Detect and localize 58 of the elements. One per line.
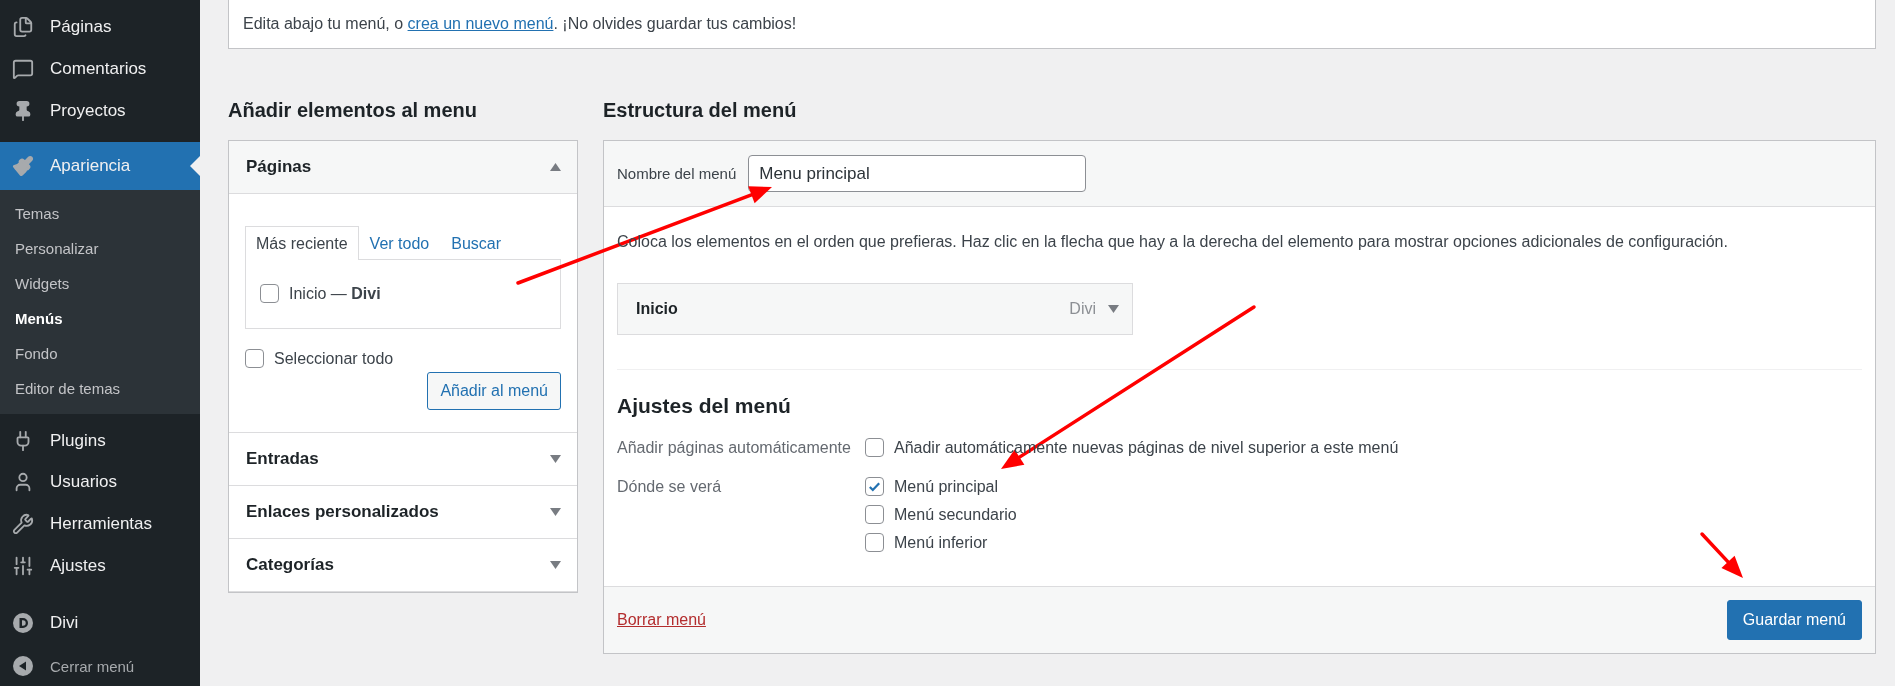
sidebar-item[interactable]: Plugins [0,419,200,462]
sidebar-item[interactable]: Comentarios [0,47,200,90]
settings-heading: Ajustes del menú [617,394,792,418]
submenu-item[interactable]: Personalizar [0,230,200,266]
new-menu-link[interactable]: crea un nuevo menú [407,15,554,32]
section-heading: Estructura del menú [603,99,798,122]
checkbox[interactable] [865,477,884,496]
delete-menu-link[interactable]: Borrar menú [617,611,706,629]
sidebar-item[interactable]: Divi [0,602,200,645]
paintbrush-icon [12,154,34,177]
checkbox-label: Inicio — Divi [289,284,381,303]
accordion-header[interactable]: Páginas [229,141,577,194]
checkbox-label: Menú secundario [894,505,1017,524]
section-heading: Añadir elementos al menu [228,99,478,122]
sidebar-item[interactable]: Usuarios [0,461,200,504]
expand-arrow-icon[interactable] [1108,305,1119,313]
sidebar-item[interactable]: Proyectos [0,89,200,132]
checkbox[interactable] [865,438,884,457]
submenu-item[interactable]: Fondo [0,335,200,371]
collapse-arrow-icon[interactable] [550,163,561,171]
sidebar-item[interactable]: Páginas [0,6,200,48]
expand-arrow-icon[interactable] [550,508,561,516]
checkbox[interactable] [245,349,264,368]
tab[interactable]: Más reciente [245,226,359,260]
checkbox[interactable] [865,533,884,552]
checkbox-label: Seleccionar todo [274,349,394,368]
checkbox-label: Menú principal [894,477,999,496]
notice-text: Edita abajo tu menú, o crea un nuevo menú. ¡No olvides guardar tus cambios! [228,0,1876,49]
checkbox[interactable] [865,505,884,524]
menu-name-field[interactable]: Menu principal [748,155,1087,192]
sidebar-item[interactable]: Apariencia [0,141,200,190]
sidebar-item[interactable]: Herramientas [0,503,200,546]
submenu-item[interactable]: Menús [0,300,200,336]
current-page-notch [190,155,200,176]
sliders-icon [12,555,34,578]
wrench-icon [12,513,34,536]
collapse-icon[interactable] [12,655,34,678]
tab[interactable]: Ver todo [358,226,441,260]
setting-label: Añadir páginas automáticamente [617,438,852,457]
collapse-menu-link[interactable]: Cerrar menú [50,657,135,675]
annotation-arrow [1700,532,1743,578]
tab[interactable]: Buscar [440,226,512,260]
setting-label: Dónde se verá [617,477,723,497]
expand-arrow-icon[interactable] [550,561,561,569]
letter-d-circle-icon [12,612,34,635]
add-to-menu-button[interactable]: Añadir al menú [427,372,561,410]
pages-icon [12,15,34,38]
submenu-item[interactable]: Temas [0,195,200,231]
checkbox[interactable] [260,284,279,303]
save-menu-button[interactable]: Guardar menú [1726,600,1862,640]
submenu-item[interactable]: Editor de temas [0,370,200,406]
field-label: Nombre del menú [617,165,737,182]
submenu-item[interactable]: Widgets [0,265,200,301]
comment-icon [12,57,34,80]
menu-item-bar[interactable]: Inicio Divi [617,283,1133,335]
checkbox-label: Menú inferior [894,533,988,552]
expand-arrow-icon[interactable] [550,455,561,463]
sidebar-item[interactable]: Ajustes [0,545,200,588]
